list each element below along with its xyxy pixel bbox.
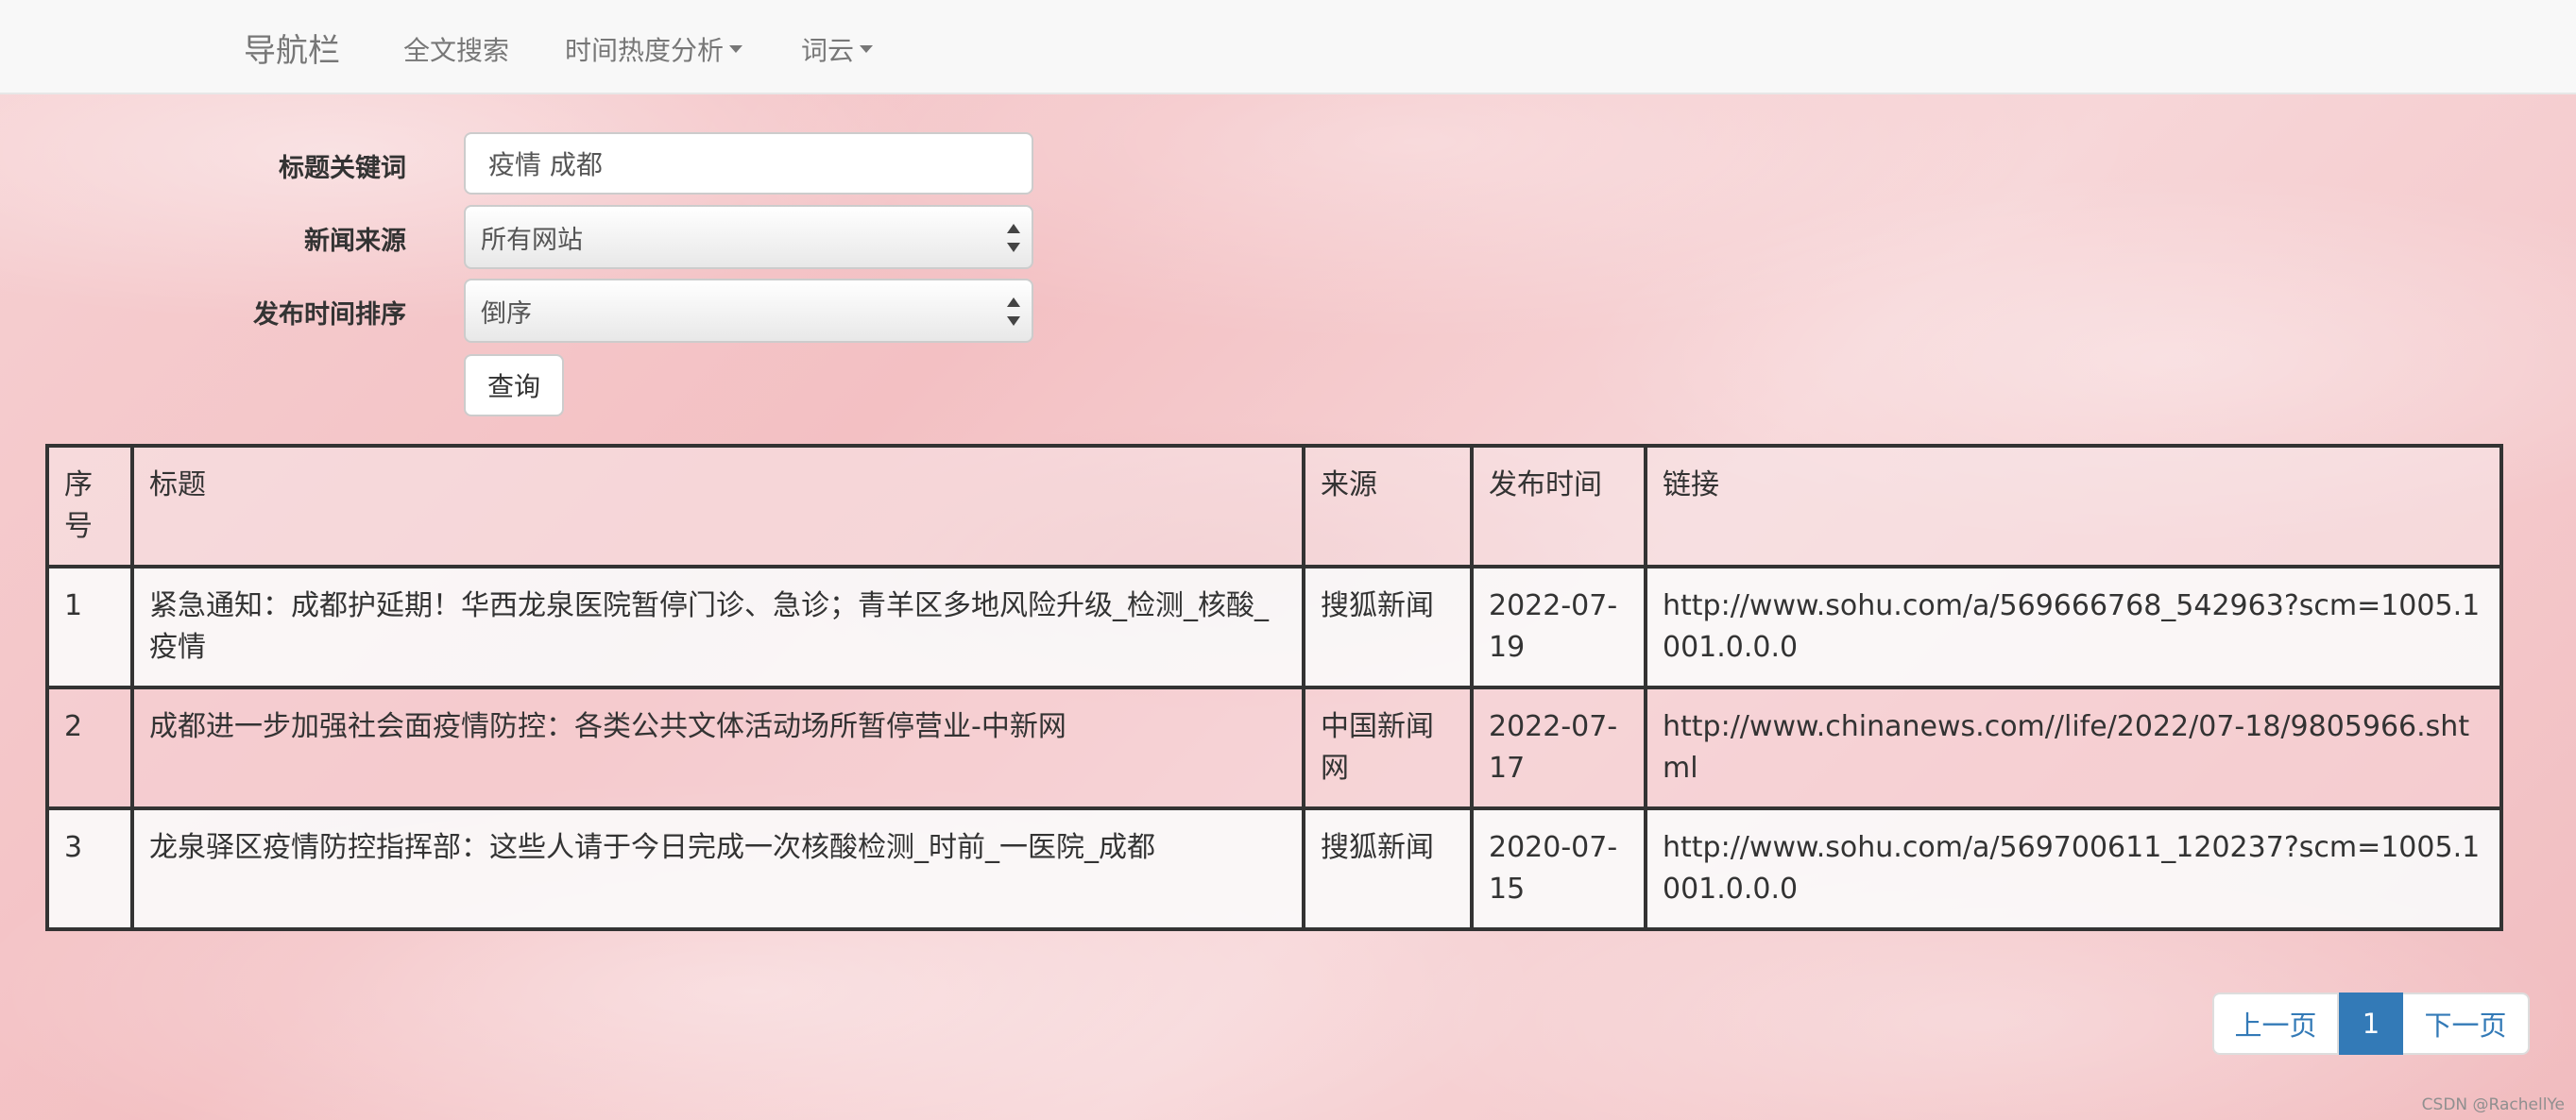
row-index: 3 — [45, 806, 134, 931]
keyword-label: 标题关键词 — [279, 154, 406, 183]
row-link[interactable]: http://www.chinanews.com//life/2022/07-1… — [1644, 686, 2503, 810]
row-index: 1 — [45, 565, 134, 689]
watermark: CSDN @RachellYe — [2421, 1095, 2565, 1114]
query-button[interactable]: 查询 — [464, 354, 564, 416]
current-page-button[interactable]: 1 — [2339, 993, 2403, 1055]
row-title: 龙泉驿区疫情防控指挥部：这些人请于今日完成一次核酸检测_时前_一医院_成都 — [130, 806, 1305, 931]
row-index: 2 — [45, 686, 134, 810]
source-select-value: 所有网站 — [481, 225, 583, 255]
caret-down-icon — [729, 45, 743, 53]
header-index: 序号 — [45, 444, 134, 568]
row-source: 搜狐新闻 — [1302, 806, 1474, 931]
row-date: 2022-07-19 — [1470, 565, 1647, 689]
results-table: 序号 标题 来源 发布时间 链接 1 紧急通知：成都护延期！华西龙泉医院暂停门诊… — [45, 444, 2503, 931]
navbar: 导航栏 全文搜索 时间热度分析 词云 — [0, 0, 2576, 94]
order-select[interactable]: 倒序 — [464, 279, 1033, 343]
nav-item-label: 全文搜索 — [403, 35, 510, 66]
nav-item-fulltext-search[interactable]: 全文搜索 — [403, 30, 509, 68]
nav-item-word-cloud[interactable]: 词云 — [801, 30, 874, 68]
table-row: 2 成都进一步加强社会面疫情防控：各类公共文体活动场所暂停营业-中新网 中国新闻… — [45, 686, 2503, 810]
row-link[interactable]: http://www.sohu.com/a/569666768_542963?s… — [1644, 565, 2503, 689]
header-title: 标题 — [130, 444, 1305, 568]
header-source: 来源 — [1302, 444, 1474, 568]
header-link: 链接 — [1644, 444, 2503, 568]
nav-item-label: 词云 — [801, 35, 855, 66]
row-link[interactable]: http://www.sohu.com/a/569700611_120237?s… — [1644, 806, 2503, 931]
row-date: 2020-07-15 — [1470, 806, 1647, 931]
navbar-brand[interactable]: 导航栏 — [244, 25, 340, 71]
row-date: 2022-07-17 — [1470, 686, 1647, 810]
prev-page-button[interactable]: 上一页 — [2212, 993, 2339, 1055]
row-title: 紧急通知：成都护延期！华西龙泉医院暂停门诊、急诊；青羊区多地风险升级_检测_核酸… — [130, 565, 1305, 689]
header-date: 发布时间 — [1470, 444, 1647, 568]
pagination: 上一页 1 下一页 — [2212, 993, 2530, 1055]
select-arrows-icon — [1007, 224, 1020, 252]
select-arrows-icon — [1007, 297, 1020, 326]
nav-item-time-heat-analysis[interactable]: 时间热度分析 — [565, 30, 743, 68]
source-label: 新闻来源 — [304, 227, 406, 256]
order-select-value: 倒序 — [481, 298, 532, 329]
row-title: 成都进一步加强社会面疫情防控：各类公共文体活动场所暂停营业-中新网 — [130, 686, 1305, 810]
next-page-button[interactable]: 下一页 — [2403, 993, 2530, 1055]
table-row: 1 紧急通知：成都护延期！华西龙泉医院暂停门诊、急诊；青羊区多地风险升级_检测_… — [45, 565, 2503, 689]
nav-item-label: 时间热度分析 — [565, 35, 725, 66]
keyword-input[interactable] — [464, 132, 1033, 195]
row-source: 中国新闻网 — [1302, 686, 1474, 810]
row-source: 搜狐新闻 — [1302, 565, 1474, 689]
order-label: 发布时间排序 — [253, 300, 406, 330]
source-select[interactable]: 所有网站 — [464, 205, 1033, 269]
table-header-row: 序号 标题 来源 发布时间 链接 — [45, 444, 2503, 568]
caret-down-icon — [860, 45, 874, 53]
table-row: 3 龙泉驿区疫情防控指挥部：这些人请于今日完成一次核酸检测_时前_一医院_成都 … — [45, 806, 2503, 931]
